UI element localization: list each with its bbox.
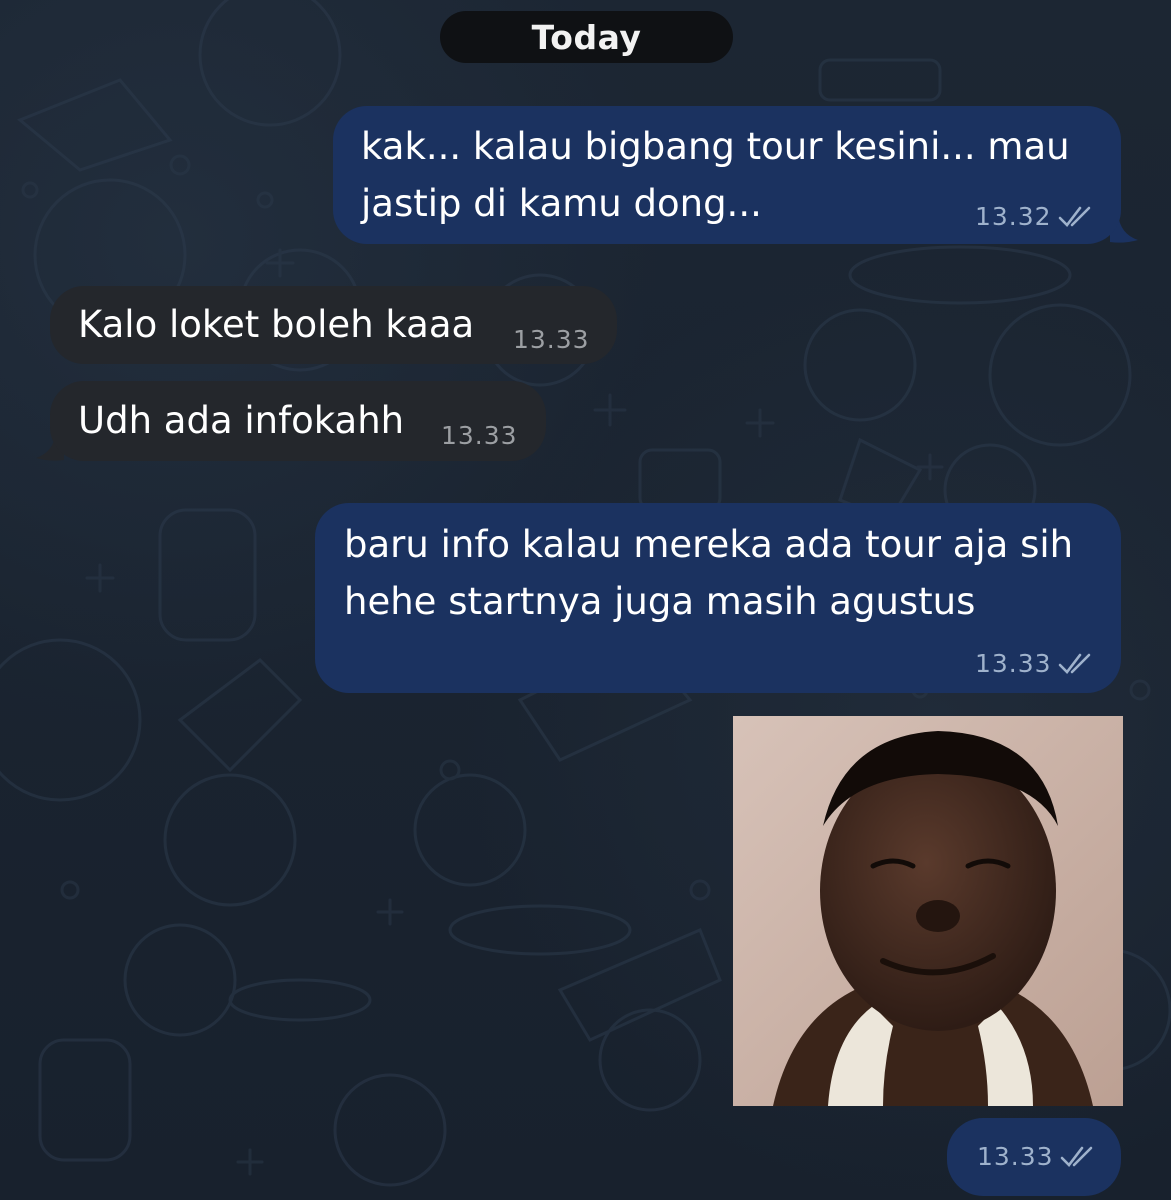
- sticker-image[interactable]: [733, 716, 1123, 1106]
- date-divider: Today: [440, 11, 733, 63]
- message-text: baru info kalau mereka ada tour aja sih …: [344, 523, 1074, 623]
- message-text: kak... kalau bigbang tour kesini... mau …: [361, 125, 1070, 225]
- message-bubble-outgoing[interactable]: kak... kalau bigbang tour kesini... mau …: [333, 106, 1121, 244]
- sticker-meta-pill: 13.33: [947, 1118, 1121, 1196]
- message-time: 13.33: [441, 421, 518, 450]
- double-check-icon: [1060, 1146, 1094, 1168]
- message-time: 13.33: [977, 1142, 1054, 1171]
- message-bubble-incoming[interactable]: Kalo loket boleh kaaa 13.33: [50, 286, 617, 364]
- message-time: 13.32: [975, 202, 1052, 231]
- message-meta: 13.33: [975, 649, 1092, 678]
- double-check-icon: [1058, 653, 1092, 675]
- message-meta: 13.32: [975, 202, 1092, 231]
- message-bubble-outgoing[interactable]: baru info kalau mereka ada tour aja sih …: [315, 503, 1121, 693]
- message-bubble-incoming[interactable]: Udh ada infokahh 13.33: [50, 381, 546, 461]
- message-time: 13.33: [513, 325, 590, 354]
- message-text: Udh ada infokahh: [78, 399, 405, 442]
- smiling-boy-meme-sticker: [733, 716, 1123, 1106]
- message-meta: 13.33: [977, 1142, 1094, 1171]
- double-check-icon: [1058, 206, 1092, 228]
- message-text: Kalo loket boleh kaaa: [78, 303, 475, 346]
- message-meta: 13.33: [513, 325, 590, 354]
- message-time: 13.33: [975, 649, 1052, 678]
- message-meta: 13.33: [441, 421, 518, 450]
